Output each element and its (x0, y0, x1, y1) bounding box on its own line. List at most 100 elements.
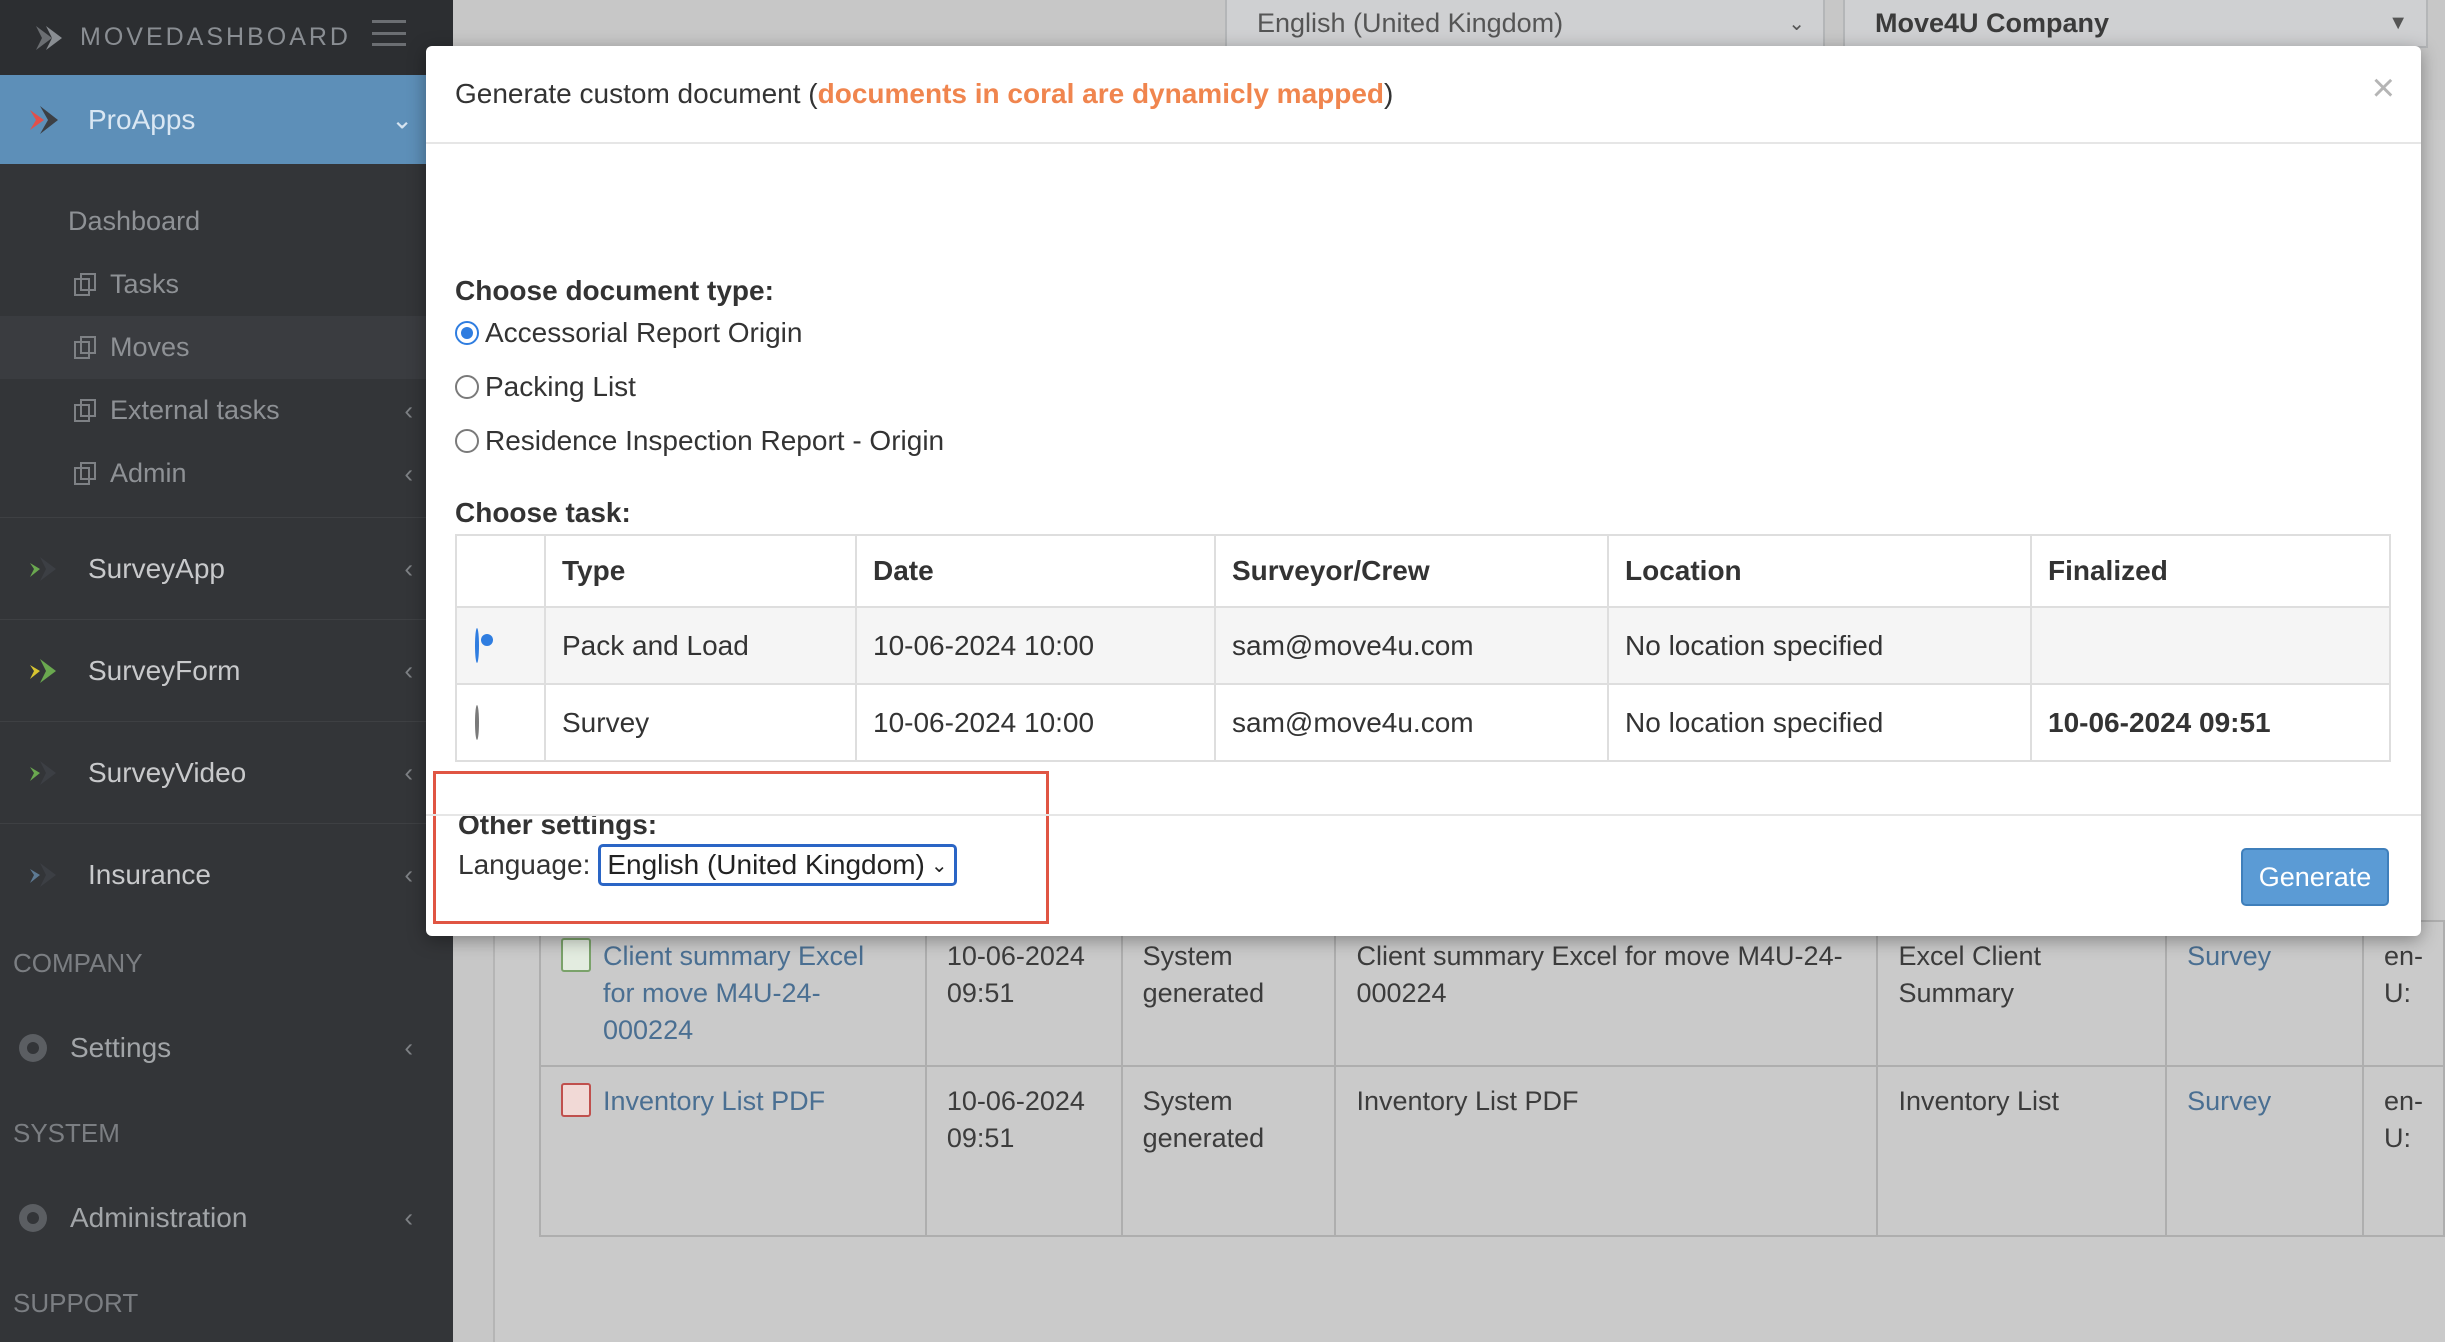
sidebar-app-surveyvideo[interactable]: SurveyVideo ‹ (0, 721, 453, 823)
sidebar-app-label: SurveyForm (88, 654, 241, 686)
chevron-left-icon: ‹ (404, 553, 413, 583)
chevron-left-icon: ‹ (404, 757, 413, 787)
table-cell: 10-06-2024 09:51 (924, 1065, 1123, 1237)
top-language-value: English (United Kingdom) (1257, 7, 1564, 38)
table-cell: Excel Client Summary (1876, 920, 2168, 1067)
document-type-label: Choose document type: (455, 275, 774, 306)
sidebar-item-administration[interactable]: Administration ‹ (0, 1163, 453, 1273)
sidebar-item-settings[interactable]: Settings ‹ (0, 993, 453, 1103)
app-arrow-icon (30, 105, 58, 134)
task-type: Pack and Load (544, 606, 857, 685)
doc-type-option-label: Packing List (485, 371, 636, 402)
column-header: Surveyor/Crew (1214, 534, 1609, 608)
table-cell: en-U: (2361, 920, 2445, 1067)
doc-type-option[interactable]: Packing List (455, 360, 944, 414)
radio-button[interactable] (455, 321, 479, 345)
generate-document-modal: Generate custom document (documents in c… (426, 46, 2421, 936)
task-date: 10-06-2024 10:00 (855, 683, 1216, 762)
task-radio-cell[interactable] (455, 683, 546, 762)
copy-icon (74, 398, 96, 422)
sidebar-app-surveyform[interactable]: SurveyForm ‹ (0, 619, 453, 721)
table-cell: System generated (1120, 1065, 1337, 1237)
close-icon[interactable]: × (2372, 66, 2395, 111)
radio-button[interactable] (455, 429, 479, 453)
copy-icon (74, 461, 96, 485)
task-location: No location specified (1607, 606, 2032, 685)
sidebar-item-admin[interactable]: Admin ‹ (0, 442, 453, 505)
modal-title-coral: documents in coral are dynamicly mapped (817, 78, 1385, 109)
doc-type-option[interactable]: Accessorial Report Origin (455, 306, 944, 360)
top-language-select[interactable]: English (United Kingdom) ⌄ (1225, 0, 1825, 48)
table-cell: Inventory List PDF (539, 1065, 927, 1237)
table-row: Client summary Excel for move M4U-24-000… (539, 920, 2445, 1067)
table-header-row: Type Date Surveyor/Crew Location Finaliz… (455, 534, 2391, 608)
app-arrow-icon (30, 658, 56, 683)
chevron-left-icon: ‹ (404, 655, 413, 685)
sidebar-item-external-tasks[interactable]: External tasks ‹ (0, 379, 453, 442)
chevron-left-icon: ‹ (404, 395, 413, 425)
sidebar-app-proapps[interactable]: ProApps ⌄ (0, 75, 453, 164)
sidebar-submenu: Dashboard Tasks Moves External tasks ‹ A… (0, 164, 453, 517)
radio-button[interactable] (475, 704, 479, 740)
task-link[interactable]: Survey (2187, 1086, 2271, 1116)
admin-gear-icon (19, 1204, 47, 1232)
chevron-left-icon: ‹ (404, 458, 413, 488)
task-radio-cell[interactable] (455, 606, 546, 685)
table-cell: en-U: (2361, 1065, 2445, 1237)
table-cell: Survey (2165, 1065, 2364, 1237)
sidebar-item-label: Moves (110, 332, 190, 362)
sidebar-item-dashboard[interactable]: Dashboard (0, 190, 453, 253)
table-cell: System generated (1120, 920, 1337, 1067)
top-company-value: Move4U Company (1875, 7, 2110, 38)
modal-title: Generate custom document (documents in c… (455, 78, 1393, 110)
documents-table: Client summary Excel for move M4U-24-000… (539, 920, 2445, 1237)
sidebar-app-insurance[interactable]: Insurance ‹ (0, 823, 453, 925)
task-label: Choose task: (455, 497, 631, 528)
sidebar-item-label: Dashboard (68, 206, 201, 236)
column-header: Type (544, 534, 857, 608)
table-cell: Client summary Excel for move M4U-24-000… (539, 920, 927, 1067)
doc-type-option-label: Accessorial Report Origin (485, 317, 803, 348)
task-crew: sam@move4u.com (1214, 683, 1609, 762)
generate-button[interactable]: Generate (2241, 848, 2389, 906)
top-company-select[interactable]: Move4U Company ▼ (1843, 0, 2428, 48)
table-row: Inventory List PDF 10-06-2024 09:51 Syst… (539, 1065, 2445, 1237)
table-row[interactable]: Survey 10-06-2024 10:00 sam@move4u.com N… (455, 683, 2391, 762)
sidebar-item-label: External tasks (110, 395, 280, 425)
section-support: SUPPORT (13, 1287, 139, 1318)
brand-name: MOVEDASHBOARD (80, 23, 351, 51)
table-row[interactable]: Pack and Load 10-06-2024 10:00 sam@move4… (455, 606, 2391, 685)
sidebar-app-surveyapp[interactable]: SurveyApp ‹ (0, 517, 453, 619)
task-link[interactable]: Survey (2187, 941, 2271, 971)
sidebar-item-label: Tasks (110, 269, 180, 299)
column-header-select (455, 534, 546, 608)
sidebar-item-moves[interactable]: Moves (0, 316, 453, 379)
sidebar-app-label: ProApps (88, 103, 196, 135)
document-type-group: Choose document type: Accessorial Report… (455, 276, 944, 468)
sidebar-app-label: Insurance (88, 858, 211, 890)
caret-down-icon: ▼ (2388, 11, 2408, 34)
task-finalized: 10-06-2024 09:51 (2030, 683, 2391, 762)
modal-title-prefix: Generate custom document ( (455, 78, 818, 109)
task-date: 10-06-2024 10:00 (855, 606, 1216, 685)
column-header: Location (1607, 534, 2032, 608)
sidebar-item-label: Settings (70, 1032, 172, 1063)
task-finalized (2030, 606, 2391, 685)
sidebar-item-tasks[interactable]: Tasks (0, 253, 453, 316)
document-link[interactable]: Inventory List PDF (603, 1086, 825, 1116)
table-cell: Inventory List PDF (1334, 1065, 1879, 1237)
hamburger-menu-icon[interactable] (372, 20, 406, 46)
task-crew: sam@move4u.com (1214, 606, 1609, 685)
sidebar: MOVEDASHBOARD ProApps ⌄ Dashboard Tasks … (0, 0, 453, 1342)
task-location: No location specified (1607, 683, 2032, 762)
section-company: COMPANY (13, 947, 143, 978)
radio-button[interactable] (455, 375, 479, 399)
section-system: SYSTEM (13, 1117, 120, 1148)
chevron-left-icon: ‹ (404, 1202, 413, 1233)
modal-header: Generate custom document (documents in c… (426, 46, 2421, 144)
radio-button[interactable] (475, 627, 479, 663)
modal-title-suffix: ) (1384, 78, 1394, 109)
doc-type-option[interactable]: Residence Inspection Report - Origin (455, 414, 944, 468)
app-arrow-icon (30, 556, 56, 581)
document-link[interactable]: Client summary Excel for move M4U-24-000… (603, 938, 873, 1049)
